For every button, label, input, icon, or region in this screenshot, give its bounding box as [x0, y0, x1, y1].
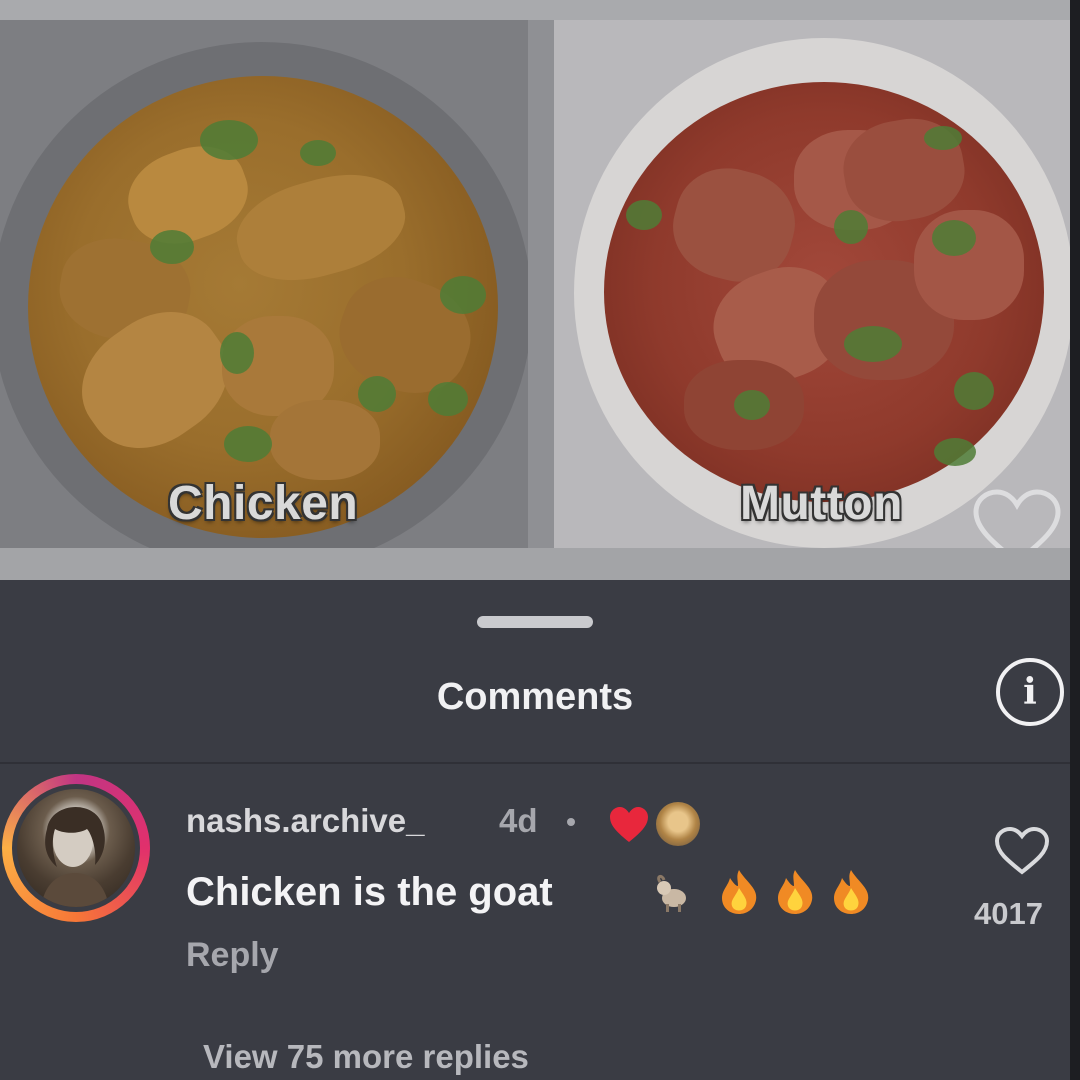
creator-liked-heart-icon — [610, 807, 648, 842]
sheet-drag-handle[interactable] — [477, 616, 593, 628]
sheet-divider — [0, 762, 1070, 764]
cilantro-leaf — [220, 332, 254, 374]
comment-text: Chicken is the goat — [186, 870, 553, 914]
comment-username[interactable]: nashs.archive_ — [186, 802, 424, 840]
avatar-portrait-icon — [41, 806, 109, 907]
post-image-area: Chicken Mutton — [0, 0, 1080, 580]
cilantro-leaf — [150, 230, 194, 264]
like-overlay-heart-icon[interactable] — [972, 488, 1062, 548]
chicken-caption: Chicken — [168, 477, 359, 530]
avatar[interactable] — [12, 784, 140, 912]
mutton-curry-image: Mutton — [554, 20, 1070, 548]
creator-avatar-icon — [656, 802, 700, 846]
cilantro-leaf — [954, 372, 994, 410]
cilantro-leaf — [924, 126, 962, 150]
cilantro-leaf — [428, 382, 468, 416]
view-more-replies-button[interactable]: View 75 more replies — [203, 1038, 529, 1076]
goat-emoji-icon — [657, 874, 686, 912]
comment-timestamp: 4d — [499, 802, 538, 839]
chicken-piece — [270, 400, 380, 480]
reply-button[interactable]: Reply — [186, 936, 279, 975]
fire-emoji-icon — [834, 870, 869, 914]
comment-like-heart-icon[interactable] — [994, 826, 1050, 876]
separator-dot — [567, 818, 575, 826]
post-bottom-strip — [0, 548, 1080, 580]
comment-like-count: 4017 — [974, 896, 1043, 931]
cilantro-leaf — [626, 200, 662, 230]
cilantro-leaf — [440, 276, 486, 314]
post-top-strip — [0, 0, 1080, 20]
cilantro-leaf — [834, 210, 868, 244]
fire-emoji-icon — [722, 870, 757, 914]
screen-edge — [1070, 0, 1080, 1080]
cilantro-leaf — [224, 426, 272, 462]
fire-emoji-icon — [778, 870, 813, 914]
cilantro-leaf — [300, 140, 336, 166]
comments-title: Comments — [436, 676, 634, 718]
cilantro-leaf — [932, 220, 976, 256]
mutton-caption: Mutton — [740, 477, 903, 530]
cilantro-leaf — [734, 390, 770, 420]
chicken-curry-image: Chicken — [0, 20, 528, 548]
cilantro-leaf — [358, 376, 396, 412]
cilantro-leaf — [934, 438, 976, 466]
info-icon[interactable]: i — [996, 658, 1064, 726]
cilantro-leaf — [844, 326, 902, 362]
cilantro-leaf — [200, 120, 258, 160]
comments-sheet: Comments i nashs.archive_ 4d Chicken is … — [0, 580, 1070, 1080]
